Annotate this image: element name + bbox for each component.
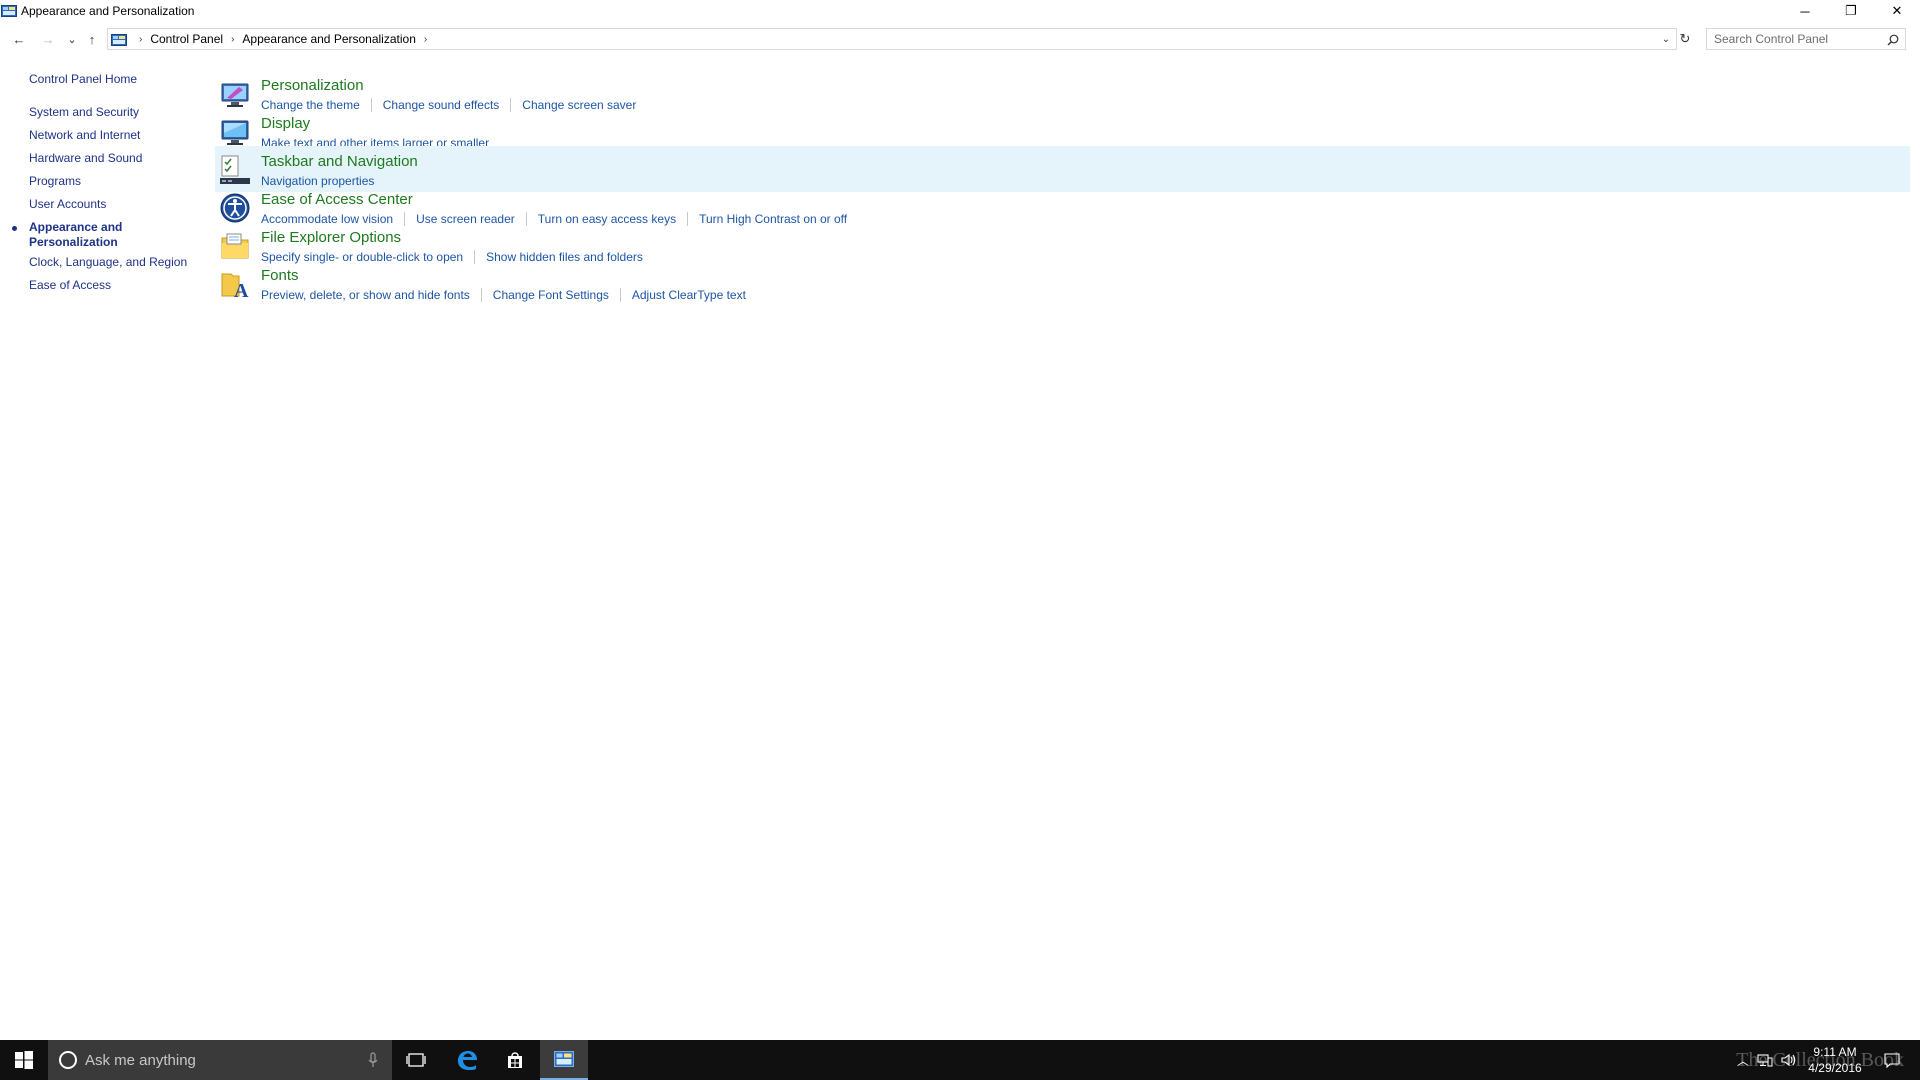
display-icon[interactable] [219,116,251,148]
taskbar: Ask me anything The Collection Book ︿ 9:… [0,1040,1920,1080]
task-view-button[interactable] [392,1040,440,1080]
address-bar[interactable]: › Control Panel › Appearance and Persona… [107,28,1677,50]
edge-browser-button[interactable] [443,1040,491,1080]
category-fonts: A Fonts Preview, delete, or show and hid… [215,260,1910,306]
category-title-file-explorer-options[interactable]: File Explorer Options [261,229,401,246]
clock-date: 4/29/2016 [1808,1061,1862,1075]
category-title-ease-of-access[interactable]: Ease of Access Center [261,191,413,208]
control-panel-window: Appearance and Personalization ─ ❐ ✕ ← →… [0,0,1920,1040]
sidebar-item-hardware-sound[interactable]: Hardware and Sound [29,151,142,166]
sidebar-item-ease-of-access[interactable]: Ease of Access [29,278,111,293]
control-panel-home-link[interactable]: Control Panel Home [29,72,137,86]
window-controls: ─ ❐ ✕ [1782,0,1920,22]
fonts-icon[interactable]: A [219,268,251,302]
title-bar: Appearance and Personalization ─ ❐ ✕ [0,0,1920,22]
window-title: Appearance and Personalization [21,4,195,18]
address-dropdown-icon[interactable]: ⌄ [1656,29,1676,49]
category-title-fonts[interactable]: Fonts [261,267,299,284]
cortana-icon [59,1051,77,1069]
folder-options-icon[interactable] [219,230,251,262]
store-icon [508,1052,522,1068]
sidebar-item-network-internet[interactable]: Network and Internet [29,128,140,143]
windows-logo-icon [15,1051,33,1069]
category-title-taskbar-navigation[interactable]: Taskbar and Navigation [261,153,418,170]
category-title-display[interactable]: Display [261,115,310,132]
navigation-bar: ← → ⌄ ↑ › Control Panel › Appearance and… [0,26,1920,52]
adjust-cleartype-link[interactable]: Adjust ClearType text [632,288,746,302]
category-links-fonts: Preview, delete, or show and hide fonts … [261,288,746,302]
task-view-icon [406,1053,426,1067]
link-divider [480,288,482,302]
chevron-right-icon[interactable]: › [139,34,142,45]
change-font-settings-link[interactable]: Change Font Settings [493,288,609,302]
sidebar-item-appearance-personalization: Appearance and Personalization [29,220,122,250]
control-panel-taskbar-button[interactable] [540,1040,588,1080]
control-panel-location-icon [111,33,127,46]
clock-time: 9:11 AM [1813,1045,1857,1059]
breadcrumb-control-panel[interactable]: Control Panel [150,32,223,46]
close-button[interactable]: ✕ [1874,0,1920,22]
minimize-button[interactable]: ─ [1782,0,1828,22]
chevron-right-icon[interactable]: › [424,34,427,45]
search-input[interactable] [1707,32,1877,46]
recent-locations-button[interactable]: ⌄ [61,26,83,52]
sidebar-item-system-security[interactable]: System and Security [29,105,139,120]
store-button[interactable] [491,1040,539,1080]
svg-text:A: A [234,280,249,300]
clock[interactable]: 9:11 AM 4/29/2016 [1800,1044,1870,1076]
action-center-icon[interactable] [1884,1052,1900,1068]
microphone-icon[interactable] [368,1052,378,1068]
restore-button[interactable]: ❐ [1828,0,1874,22]
chevron-right-icon[interactable]: › [231,34,234,45]
ease-of-access-icon[interactable] [219,192,251,224]
personalization-icon[interactable] [219,78,251,110]
edge-icon [458,1051,477,1070]
preview-fonts-link[interactable]: Preview, delete, or show and hide fonts [261,288,470,302]
back-button[interactable]: ← [8,26,30,52]
control-panel-icon [1,4,17,18]
show-hidden-icons-icon[interactable]: ︿ [1735,1052,1751,1068]
forward-button[interactable]: → [37,26,59,52]
taskbar-icon[interactable] [219,154,251,186]
sidebar-item-programs[interactable]: Programs [29,174,81,189]
category-title-personalization[interactable]: Personalization [261,77,364,94]
control-panel-icon [554,1051,574,1067]
sidebar-current-line-2: Personalization [29,235,118,249]
breadcrumb-appearance[interactable]: Appearance and Personalization [242,32,415,46]
sidebar-item-clock-language-region[interactable]: Clock, Language, and Region [29,255,187,270]
refresh-button[interactable]: ↻ [1674,29,1696,49]
start-button[interactable] [0,1040,48,1080]
sidebar-current-line-1: Appearance and [29,220,123,234]
search-icon[interactable] [1887,33,1899,46]
sidebar-item-user-accounts[interactable]: User Accounts [29,197,106,212]
volume-icon[interactable] [1781,1052,1797,1068]
network-icon[interactable] [1757,1052,1773,1068]
cortana-search-placeholder[interactable]: Ask me anything [85,1052,196,1069]
search-box[interactable] [1706,28,1906,50]
link-divider [619,288,621,302]
up-button[interactable]: ↑ [81,26,103,52]
current-page-bullet-icon [12,226,17,231]
cortana-search-box[interactable]: Ask me anything [48,1040,392,1080]
